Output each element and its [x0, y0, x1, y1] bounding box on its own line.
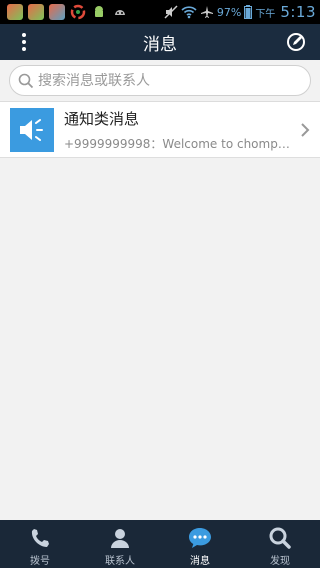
- bottom-tab-bar: 拨号 联系人 消息 发现: [0, 520, 320, 568]
- mute-icon: [164, 5, 178, 19]
- notification-icons: [0, 4, 128, 20]
- clock: 5:13: [280, 3, 316, 21]
- thread-preview: +9999999998：Welcome to chompSMS: [64, 136, 296, 151]
- battery-percent: 97%: [216, 5, 242, 19]
- tab-contacts[interactable]: 联系人: [80, 520, 160, 568]
- phone-icon: [28, 526, 52, 550]
- search-bar: [0, 60, 320, 102]
- message-texts: 通知类消息 +9999999998：Welcome to chompSMS: [64, 108, 296, 152]
- battery-icon: [244, 5, 253, 19]
- notification-avatar: [10, 107, 54, 152]
- tab-label: 发现: [270, 556, 290, 567]
- menu-dot: [22, 47, 26, 51]
- compose-button[interactable]: [282, 28, 310, 56]
- search-input[interactable]: [38, 72, 288, 89]
- tab-messages[interactable]: 消息: [160, 520, 240, 568]
- message-thread-item[interactable]: 通知类消息 +9999999998：Welcome to chompSMS: [0, 102, 320, 158]
- android-debug-icon: [115, 10, 125, 15]
- search-icon: [18, 73, 34, 88]
- chevron-right-icon: [301, 123, 310, 137]
- top-nav-bar: 消息: [0, 24, 320, 60]
- menu-dot: [22, 40, 26, 44]
- airplane-mode-icon: [200, 6, 213, 18]
- status-bar: 97% 下午 5:13: [0, 0, 320, 24]
- search-icon: [268, 526, 292, 550]
- compose-icon: [287, 33, 305, 51]
- sync-icon: [70, 4, 86, 20]
- app-notification-icon: [7, 4, 23, 20]
- tab-dialer[interactable]: 拨号: [0, 520, 80, 568]
- app-notification-icon: [28, 4, 44, 20]
- speaker-icon: [20, 118, 43, 141]
- tab-discover[interactable]: 发现: [240, 520, 320, 568]
- android-icon: [95, 6, 103, 17]
- wifi-icon: [181, 6, 197, 19]
- message-bubble-icon: [188, 526, 212, 550]
- thread-title: 通知类消息: [64, 109, 140, 128]
- overflow-menu-button[interactable]: [12, 30, 36, 54]
- page-title: 消息: [143, 34, 177, 55]
- contact-icon: [108, 526, 132, 550]
- status-indicators: 97% 下午 5:13: [164, 3, 320, 21]
- tab-label: 拨号: [30, 556, 50, 567]
- tab-label: 联系人: [105, 556, 135, 567]
- tab-label: 消息: [190, 556, 210, 567]
- menu-dot: [22, 33, 26, 37]
- am-pm-label: 下午: [255, 8, 276, 20]
- search-box[interactable]: [9, 65, 311, 96]
- app-notification-icon: [49, 4, 65, 20]
